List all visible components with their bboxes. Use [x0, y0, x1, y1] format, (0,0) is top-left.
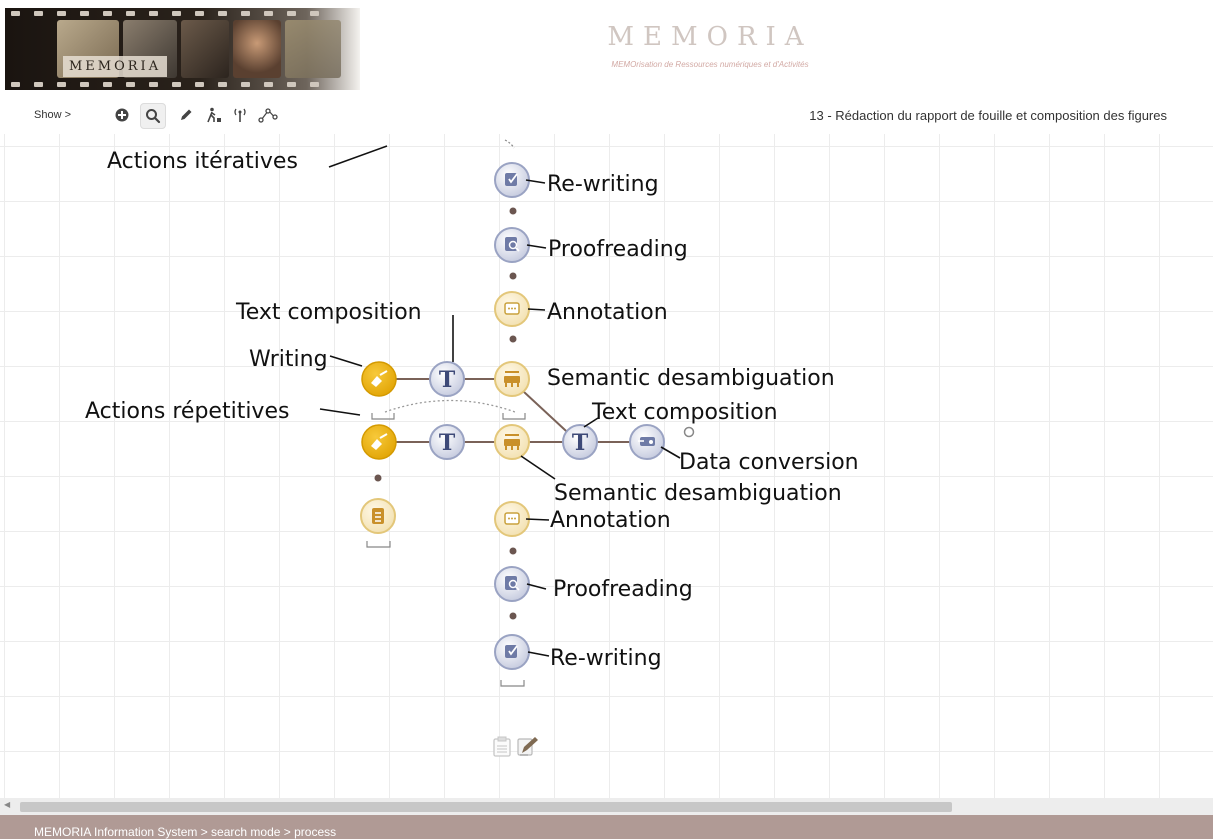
node-data-conversion[interactable] — [629, 424, 665, 460]
status-bar: MEMORIA Information System > search mode… — [0, 815, 1213, 839]
label-proofreading-lower: Proofreading — [553, 577, 693, 602]
label-rewriting-top: Re-writing — [547, 172, 659, 197]
node-rewriting-lower[interactable] — [494, 634, 530, 670]
bracket — [371, 413, 395, 420]
node-text-composition-merge[interactable]: T — [562, 424, 598, 460]
node-annotation-top[interactable] — [494, 291, 530, 327]
node-text-composition-upper[interactable]: T — [429, 361, 465, 397]
node-proofreading-lower[interactable] — [494, 566, 530, 602]
label-proofreading-top: Proofreading — [548, 237, 688, 262]
actor-button[interactable] — [202, 103, 226, 127]
add-button[interactable] — [110, 103, 134, 127]
label-semantic-lower: Semantic desambiguation — [554, 481, 842, 506]
label-annotation-lower: Annotation — [550, 508, 671, 533]
label-writing: Writing — [249, 347, 328, 372]
antenna-icon — [234, 108, 246, 122]
edit-document-icon[interactable] — [517, 737, 538, 756]
node-semantic-lower[interactable] — [494, 424, 530, 460]
connector-dots — [374, 207, 517, 620]
label-semantic-upper: Semantic desambiguation — [547, 366, 835, 391]
node-proofreading-top[interactable] — [494, 227, 530, 263]
node-writing-lower[interactable] — [361, 424, 397, 460]
label-actions-iteratives: Actions itératives — [107, 149, 298, 174]
banner-photo-5 — [285, 20, 341, 78]
search-button[interactable] — [140, 103, 166, 129]
pencil-icon — [181, 109, 192, 120]
label-annotation-top: Annotation — [547, 300, 668, 325]
search-icon — [146, 109, 161, 124]
label-text-composition-merge: Text composition — [591, 400, 778, 425]
toolbar: Show > 13 - Rédaction du rapport de foui… — [0, 98, 1213, 134]
bracket — [366, 541, 391, 548]
scrollbar-thumb[interactable] — [20, 802, 952, 812]
banner-photo-3 — [181, 20, 229, 78]
walker-icon — [207, 107, 221, 123]
banner-photo-4 — [233, 20, 281, 78]
graph-icon — [258, 108, 278, 123]
node-rewriting-top[interactable] — [494, 162, 530, 198]
node-text-composition-lower[interactable]: T — [429, 424, 465, 460]
app-title: MEMORIA — [607, 22, 813, 52]
process-diagram: T T T Actions itératives Re-writing Proo… — [85, 139, 859, 757]
repetition-arc — [384, 399, 516, 413]
svg-text:T: T — [439, 367, 456, 393]
node-semantic-upper[interactable] — [494, 361, 530, 397]
scroll-left-icon[interactable]: ◀ — [4, 800, 10, 809]
horizontal-scrollbar[interactable]: ◀ — [0, 798, 1213, 815]
bracket — [502, 413, 526, 420]
process-canvas[interactable]: T T T Actions itératives Re-writing Proo… — [0, 134, 1213, 798]
graph-button[interactable] — [256, 103, 280, 127]
header-banner: MEMORIA — [5, 8, 360, 90]
film-strip-bottom — [5, 81, 360, 88]
banner-logo: MEMORIA — [63, 56, 168, 77]
film-strip-top — [5, 10, 360, 17]
svg-text:T: T — [572, 430, 589, 456]
svg-text:T: T — [439, 430, 456, 456]
port-circle[interactable] — [683, 426, 695, 438]
node-document[interactable] — [360, 498, 396, 534]
node-writing[interactable] — [361, 361, 397, 397]
label-rewriting-lower: Re-writing — [550, 646, 662, 671]
label-text-composition-upper: Text composition — [235, 300, 422, 325]
header: MEMORIA MEMORIA MEMOrisation de Ressourc… — [0, 0, 1213, 92]
clipboard-icon[interactable] — [493, 736, 511, 757]
app-subtitle: MEMOrisation de Ressources numériques et… — [611, 60, 809, 69]
label-actions-repetitives: Actions répetitives — [85, 399, 289, 424]
add-icon — [115, 108, 129, 122]
edit-button[interactable] — [174, 103, 198, 127]
antenna-button[interactable] — [228, 103, 252, 127]
process-title: 13 - Rédaction du rapport de fouille et … — [809, 108, 1167, 123]
breadcrumb: MEMORIA Information System > search mode… — [34, 825, 337, 839]
node-annotation-lower[interactable] — [494, 501, 530, 537]
label-data-conversion: Data conversion — [679, 450, 859, 475]
loop-arc-top — [504, 139, 515, 149]
show-menu[interactable]: Show > — [34, 109, 71, 121]
bracket — [500, 680, 525, 687]
